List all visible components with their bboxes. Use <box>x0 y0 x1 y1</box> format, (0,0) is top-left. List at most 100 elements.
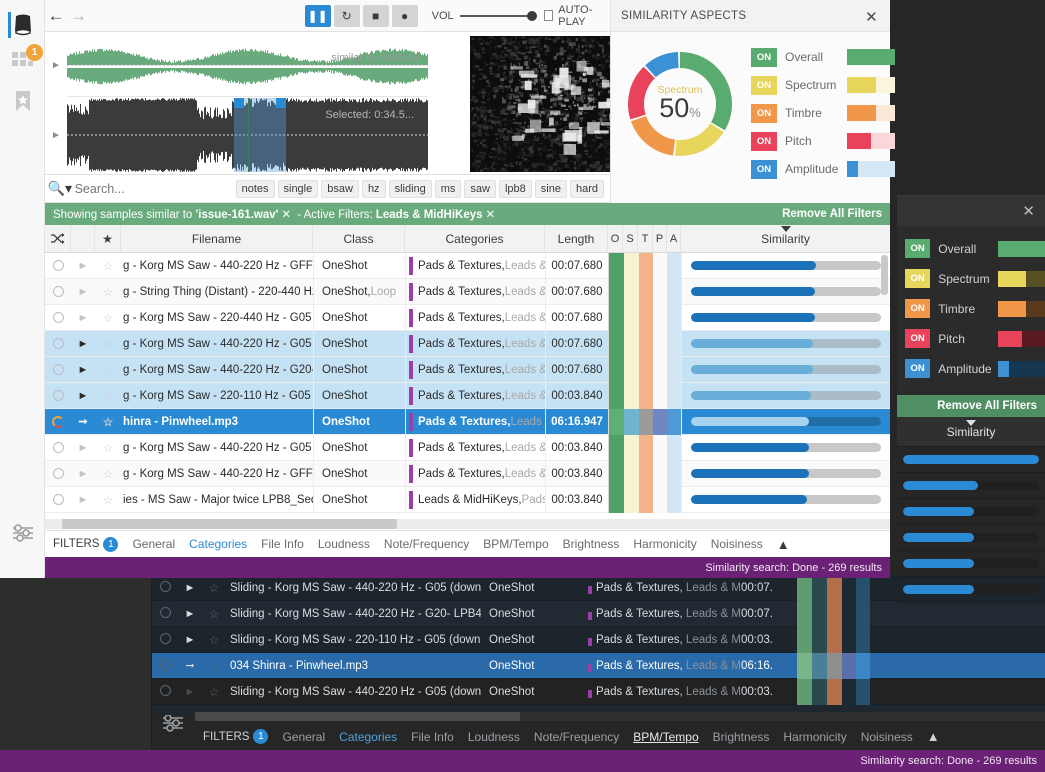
background-remove-all-filters[interactable]: Remove All Filters <box>897 395 1045 417</box>
filter-tab-general[interactable]: General <box>282 730 325 744</box>
row-checkbox[interactable] <box>52 390 64 401</box>
aspect-weight-slider[interactable] <box>847 49 895 65</box>
filter-tab-file-info[interactable]: File Info <box>261 537 304 551</box>
table-row[interactable]: ►☆g - Korg MS Saw - 220-110 Hz - G05 (do… <box>45 382 890 409</box>
table-row[interactable]: ➞ ☆ hinra - Pinwheel.mp3 OneShot Pads & Text… <box>45 408 890 435</box>
row-favorite-icon[interactable]: ☆ <box>95 383 121 409</box>
search-tag[interactable]: hz <box>361 179 386 198</box>
table-row[interactable]: ►☆g - Korg MS Saw - 440-220 Hz - G05 (do… <box>45 330 890 357</box>
background-row-play-button[interactable]: ► <box>178 582 202 594</box>
background-row-checkbox[interactable] <box>152 580 178 595</box>
search-input[interactable] <box>74 181 236 196</box>
table-row[interactable]: ►☆g - Korg MS Saw - 440-220 Hz - G20- LP… <box>45 356 890 383</box>
header-spectrum[interactable]: S <box>623 225 638 253</box>
table-row[interactable]: ►☆ies - MS Saw - Major twice LPB8_Seq04.… <box>45 486 890 513</box>
background-row-favorite-icon[interactable]: ☆ <box>202 581 226 595</box>
aspect-weight-slider[interactable] <box>998 360 1045 377</box>
play-triangle-icon-sel[interactable]: ► <box>45 130 67 141</box>
filter-tab-note-frequency[interactable]: Note/Frequency <box>534 730 619 744</box>
background-row-favorite-icon[interactable]: ☆ <box>202 607 226 621</box>
filter-tab-file-info[interactable]: File Info <box>411 730 454 744</box>
row-favorite-icon[interactable]: ☆ <box>95 331 121 357</box>
reference-waveform[interactable]: similar to issue-16 <box>67 34 428 96</box>
row-select-cell[interactable] <box>45 253 71 279</box>
row-play-button[interactable]: ➞ <box>71 409 95 435</box>
row-favorite-icon[interactable]: ☆ <box>95 435 121 461</box>
search-tag[interactable]: saw <box>464 179 496 198</box>
table-row[interactable]: ►☆g - Korg MS Saw - 440-220 Hz - GFF- LP… <box>45 460 890 487</box>
library-icon[interactable] <box>10 12 36 38</box>
aspect-toggle-spectrum[interactable]: ON <box>905 269 931 288</box>
table-row[interactable]: ► ☆ g - String Thing (Distant) - 220-440 H… <box>45 278 890 305</box>
row-checkbox[interactable] <box>52 286 64 297</box>
row-favorite-icon[interactable]: ☆ <box>95 487 121 513</box>
loop-button[interactable]: ↻ <box>333 4 360 27</box>
aspect-weight-slider[interactable] <box>847 105 895 121</box>
volume-control[interactable]: VOL <box>432 10 537 22</box>
table-row[interactable]: ►☆g - Korg MS Saw - 440-220 Hz - G05 (do… <box>45 434 890 461</box>
row-checkbox[interactable] <box>52 312 64 323</box>
header-class[interactable]: Class <box>313 225 405 253</box>
sliders-icon[interactable] <box>10 520 36 546</box>
results-table[interactable]: ★ Filename Class Categories Length O S T… <box>45 225 890 530</box>
banner-clear-filter-icon[interactable]: ✕ <box>486 209 496 221</box>
background-row-checkbox[interactable] <box>152 684 178 699</box>
filter-tab-general[interactable]: General <box>132 537 175 551</box>
row-select-cell[interactable] <box>45 305 71 331</box>
search-tag[interactable]: hard <box>569 179 604 198</box>
background-table-row[interactable]: ► ☆ Sliding - Korg MS Saw - 440-220 Hz - G… <box>152 678 1045 705</box>
row-checkbox[interactable] <box>52 338 64 349</box>
search-bar[interactable]: 🔍▾ notessinglebsawhzslidingmssawlpb8sine… <box>45 175 610 203</box>
filter-tab-loudness[interactable]: Loudness <box>468 730 520 744</box>
aspect-toggle-amplitude[interactable]: ON <box>751 159 777 179</box>
filter-tab-categories[interactable]: Categories <box>189 537 247 551</box>
close-icon[interactable]: ✕ <box>865 8 878 26</box>
autoplay-toggle[interactable]: AUTO-PLAY <box>543 4 610 28</box>
row-select-cell[interactable] <box>45 435 71 461</box>
aspect-weight-slider[interactable] <box>847 133 895 149</box>
row-favorite-icon[interactable]: ☆ <box>95 253 121 279</box>
filter-tab-brightness[interactable]: Brightness <box>713 730 770 744</box>
table-row[interactable]: ►☆g - Korg MS Saw - 440-220 Hz - GFF- LP… <box>45 252 890 279</box>
background-row-favorite-icon[interactable]: ☆ <box>202 633 226 647</box>
aspect-weight-slider[interactable] <box>998 240 1045 257</box>
background-table-row[interactable]: ► ☆ Sliding - Korg MS Saw - 220-110 Hz - G… <box>152 626 1045 653</box>
search-tag[interactable]: ms <box>434 179 462 198</box>
search-tag[interactable]: single <box>277 179 319 198</box>
chevron-up-icon-dark[interactable]: ▲ <box>927 729 940 744</box>
header-similarity[interactable]: Similarity <box>681 225 890 253</box>
filter-tab-harmonicity[interactable]: Harmonicity <box>783 730 846 744</box>
header-pitch[interactable]: P <box>653 225 667 253</box>
autoplay-checkbox[interactable] <box>543 10 554 21</box>
row-favorite-icon[interactable]: ☆ <box>95 409 121 435</box>
selected-waveform[interactable]: Selected: 0:34.5... 02:34.6 <box>67 98 428 172</box>
filter-tab-loudness[interactable]: Loudness <box>318 537 370 551</box>
filter-tab-categories[interactable]: Categories <box>339 730 397 744</box>
selected-waveform-row[interactable]: ► Selected: 0:34.5... 02:34.6 <box>45 98 428 172</box>
background-table-row[interactable]: ➞ ☆ 034 Shinra - Pinwheel.mp3 OneShot Pads &… <box>152 652 1045 679</box>
filter-bar[interactable]: FILTERS 1 General Categories File Info Loud… <box>45 530 890 557</box>
row-select-cell[interactable] <box>45 409 71 435</box>
pause-button[interactable]: ❚❚ <box>304 4 331 27</box>
aspect-toggle-amplitude[interactable]: ON <box>905 359 931 378</box>
header-filename[interactable]: Filename <box>121 225 313 253</box>
banner-clear-similarity-icon[interactable]: ✕ <box>281 209 291 221</box>
row-checkbox[interactable] <box>52 364 64 375</box>
aspect-toggle-spectrum[interactable]: ON <box>751 75 777 95</box>
aspect-toggle-timbre[interactable]: ON <box>905 299 931 318</box>
search-tag[interactable]: lpb8 <box>498 179 532 198</box>
header-shuffle[interactable] <box>45 225 71 253</box>
search-tag[interactable]: bsaw <box>321 179 359 198</box>
filter-tab-harmonicity[interactable]: Harmonicity <box>633 537 696 551</box>
bookmark-icon[interactable] <box>10 88 36 114</box>
header-timbre[interactable]: T <box>638 225 653 253</box>
background-hscroll-thumb[interactable] <box>195 712 520 721</box>
background-row-favorite-icon[interactable]: ☆ <box>202 685 226 699</box>
row-play-button[interactable]: ► <box>71 305 95 331</box>
search-tag[interactable]: notes <box>235 179 275 198</box>
row-select-cell[interactable] <box>45 487 71 513</box>
selection-region[interactable] <box>234 98 286 172</box>
background-row-play-button[interactable]: ➞ <box>178 659 202 672</box>
filter-tab-noisiness[interactable]: Noisiness <box>861 730 913 744</box>
row-favorite-icon[interactable]: ☆ <box>95 279 121 305</box>
